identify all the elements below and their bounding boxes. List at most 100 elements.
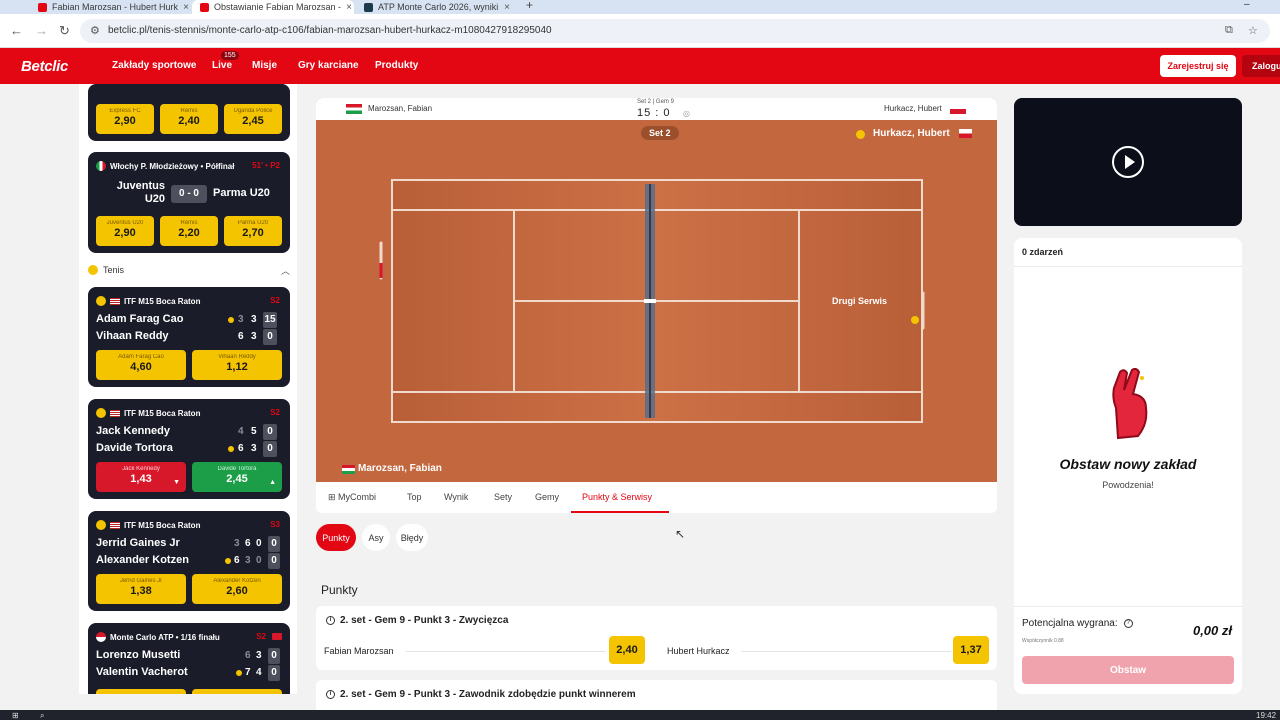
match-card[interactable]: ITF M15 Boca Raton S2 Jack Kennedy David… xyxy=(88,399,290,499)
game-score: 15 xyxy=(263,312,277,328)
odds-button[interactable] xyxy=(96,689,186,694)
play-icon[interactable] xyxy=(1112,146,1144,178)
odds-button[interactable]: Alexander Kotzen 2,60 xyxy=(192,574,282,604)
usa-flag-icon xyxy=(110,521,120,529)
chip-asy[interactable]: Asy xyxy=(362,524,390,551)
register-button[interactable]: Zarejestruj się xyxy=(1160,55,1236,77)
active-tab-indicator xyxy=(571,511,669,513)
odds-button[interactable] xyxy=(192,689,282,694)
nav-missions[interactable]: Misje xyxy=(252,60,277,71)
away-team: Parma U20 xyxy=(213,187,270,199)
odds-button[interactable]: 2,40 xyxy=(609,636,645,664)
url-text[interactable]: betclic.pl/tenis-stennis/monte-carlo-atp… xyxy=(108,25,552,36)
monaco-flag-icon xyxy=(96,632,106,642)
info-icon[interactable]: i xyxy=(326,616,335,625)
match-card[interactable]: Express FC 2,90 Remis 2,40 Uganda Police 2,… xyxy=(88,84,290,141)
odds-button[interactable]: Remis 2,20 xyxy=(160,216,218,246)
bookmark-star-icon[interactable]: ☆ xyxy=(1248,24,1258,37)
browser-tab[interactable]: ATP Monte Carlo 2026, wyniki × xyxy=(356,0,518,14)
match-card[interactable]: ITF M15 Boca Raton S3 Jerrid Gaines Jr A… xyxy=(88,511,290,611)
odds-button[interactable]: 1,37 xyxy=(953,636,989,664)
tab-mycombi[interactable]: ⊞ MyCombi xyxy=(328,492,376,503)
reload-icon[interactable]: ↻ xyxy=(59,23,70,39)
nav-live[interactable]: Live xyxy=(212,60,232,71)
player-2: Vihaan Reddy xyxy=(96,330,169,342)
selection-label: Fabian Marozsan xyxy=(324,646,394,656)
odds-button[interactable]: Adam Farag Cao 4,60 xyxy=(96,350,186,380)
player-1: Jerrid Gaines Jr xyxy=(96,537,180,549)
game-score: 0 xyxy=(268,553,280,569)
serve-indicator xyxy=(236,670,242,676)
odds-button[interactable]: Vihaan Reddy 1,12 xyxy=(192,350,282,380)
tab-top[interactable]: Top xyxy=(407,492,422,502)
install-icon[interactable]: ⧉ xyxy=(1225,24,1233,37)
odds-button[interactable]: Jerrid Gaines Jr 1,38 xyxy=(96,574,186,604)
login-button[interactable]: Zaloguj xyxy=(1242,55,1280,77)
odds-button[interactable]: Remis 2,40 xyxy=(160,104,218,134)
video-player[interactable] xyxy=(1014,98,1242,226)
logo[interactable]: Betclic xyxy=(21,58,68,75)
info-icon[interactable]: i xyxy=(326,690,335,699)
site-info-icon[interactable]: ⚙ xyxy=(90,24,100,37)
betclic-favicon-icon xyxy=(38,2,47,12)
odds-button[interactable]: Express FC 2,90 xyxy=(96,104,154,134)
serve-indicator xyxy=(228,446,234,452)
odds-button-dropping[interactable]: Jack Kennedy 1,43 ▼ xyxy=(96,462,186,492)
odds-button[interactable]: Parma U20 2,70 xyxy=(224,216,282,246)
mouse-cursor-icon: ↖ xyxy=(675,527,686,541)
game-score: 0 xyxy=(268,665,280,681)
browser-tab[interactable]: Fabian Marozsan - Hubert Hurk × xyxy=(30,0,190,14)
odds-button-rising[interactable]: Davide Tortora 2,45 ▲ xyxy=(192,462,282,492)
sport-section-tennis[interactable]: Tenis ︿ xyxy=(88,262,290,278)
court-event-label: Drugi Serwis xyxy=(832,296,888,306)
tab-sety[interactable]: Sety xyxy=(494,492,512,502)
tab-punkty-serwisy[interactable]: Punkty & Serwisy xyxy=(582,492,652,502)
set-score: 6 xyxy=(238,443,244,454)
odds-down-icon: ▼ xyxy=(173,479,180,486)
set-score: 3 xyxy=(245,555,251,566)
stats-icon: ◎ xyxy=(683,109,690,118)
forward-icon[interactable]: → xyxy=(35,23,48,38)
nav-products[interactable]: Produkty xyxy=(375,60,418,71)
game-score: 0 xyxy=(263,329,277,345)
game-score: 0 xyxy=(263,424,277,440)
match-card[interactable]: ITF M15 Boca Raton S2 Adam Farag Cao Vih… xyxy=(88,287,290,387)
search-icon[interactable]: ⌕ xyxy=(40,711,44,720)
set-score: 3 xyxy=(256,650,262,661)
browser-tab-active[interactable]: Obstawianie Fabian Marozsan - × xyxy=(192,0,354,14)
player-1: Lorenzo Musetti xyxy=(96,649,181,661)
chevron-up-icon[interactable]: ︿ xyxy=(281,264,290,277)
set-score: 7 xyxy=(245,667,251,678)
close-icon[interactable]: ✕ xyxy=(329,108,337,119)
match-card[interactable]: Monte Carlo ATP • 1/16 finału S2 Lorenzo… xyxy=(88,623,290,694)
minimize-icon[interactable]: – xyxy=(1244,0,1250,10)
serve-indicator xyxy=(228,317,234,323)
set-score: 4 xyxy=(238,426,244,437)
chip-bledy[interactable]: Błędy xyxy=(396,524,428,551)
slip-subtitle: Powodzenia! xyxy=(1102,480,1154,490)
tab-gemy[interactable]: Gemy xyxy=(535,492,559,502)
tab-wynik[interactable]: Wynik xyxy=(444,492,468,502)
chip-punkty[interactable]: Punkty xyxy=(316,524,356,551)
close-icon[interactable]: × xyxy=(504,2,510,13)
close-icon[interactable]: × xyxy=(346,2,352,13)
set-score: 3 xyxy=(234,538,240,549)
new-tab-icon[interactable]: + xyxy=(526,0,533,11)
live-court-tracker: Marozsan, Fabian Set 2 | Gem 9 15 : 0 ◎ … xyxy=(316,98,997,482)
match-card[interactable]: Włochy P. Młodzieżowy • Półfinał 51' • P… xyxy=(88,152,290,253)
odds-button[interactable]: Uganda Police 2,45 xyxy=(224,104,282,134)
place-bet-button[interactable]: Obstaw xyxy=(1022,656,1234,684)
tennis-ball-icon xyxy=(96,408,106,418)
scoreboard-bar: Marozsan, Fabian Set 2 | Gem 9 15 : 0 ◎ … xyxy=(316,98,997,120)
browser-tabbar: Fabian Marozsan - Hubert Hurk × Obstawia… xyxy=(0,0,1280,14)
windows-start-icon[interactable]: ⊞ xyxy=(12,711,19,720)
help-icon[interactable]: ? xyxy=(1123,619,1133,628)
set-score: 3 xyxy=(238,314,244,325)
nav-sports[interactable]: Zakłady sportowe xyxy=(112,60,196,71)
back-icon[interactable]: ← xyxy=(10,23,23,38)
usa-flag-icon xyxy=(110,409,120,417)
nav-card-games[interactable]: Gry karciane xyxy=(298,60,359,71)
close-icon[interactable]: × xyxy=(183,2,189,13)
player-1-name: Marozsan, Fabian xyxy=(368,104,433,113)
odds-button[interactable]: Juventus U20 2,90 xyxy=(96,216,154,246)
